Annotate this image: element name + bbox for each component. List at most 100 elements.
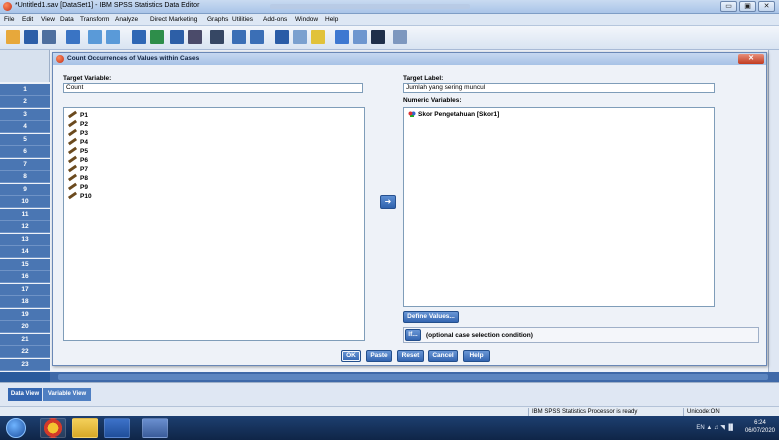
- open-icon[interactable]: [6, 30, 20, 44]
- tab-data-view[interactable]: Data View: [8, 388, 42, 401]
- minimize-button[interactable]: ▭: [720, 1, 737, 12]
- use-sets-icon[interactable]: [353, 30, 367, 44]
- menu-utilities[interactable]: Utilities: [232, 16, 253, 23]
- list-item[interactable]: P9: [67, 182, 88, 191]
- scrollbar-thumb[interactable]: [58, 374, 768, 380]
- row-header[interactable]: 3: [0, 109, 50, 121]
- scale-pencil-icon: [67, 110, 78, 119]
- menu-view[interactable]: View: [41, 16, 55, 23]
- row-header[interactable]: 9: [0, 184, 50, 196]
- dialog-close-button[interactable]: ✕: [738, 54, 764, 64]
- row-header[interactable]: 17: [0, 284, 50, 296]
- show-all-icon[interactable]: [371, 30, 385, 44]
- menu-transform[interactable]: Transform: [80, 16, 109, 23]
- move-right-button[interactable]: ➜: [380, 195, 396, 209]
- row-header[interactable]: 16: [0, 271, 50, 283]
- menu-add-ons[interactable]: Add-ons: [263, 16, 287, 23]
- row-header[interactable]: 5: [0, 134, 50, 146]
- list-item[interactable]: P3: [67, 128, 88, 137]
- list-item[interactable]: P5: [67, 146, 88, 155]
- insert-cases-icon[interactable]: [232, 30, 246, 44]
- tab-variable-view[interactable]: Variable View: [43, 388, 91, 401]
- menu-help[interactable]: Help: [325, 16, 338, 23]
- row-header[interactable]: 15: [0, 259, 50, 271]
- menu-graphs[interactable]: Graphs: [207, 16, 228, 23]
- language-indicator[interactable]: EN: [696, 425, 704, 431]
- find-icon[interactable]: [210, 30, 224, 44]
- scale-pencil-icon: [67, 146, 78, 155]
- menu-analyze[interactable]: Analyze: [115, 16, 138, 23]
- redo-icon[interactable]: [106, 30, 120, 44]
- ok-button[interactable]: OK: [341, 350, 361, 362]
- list-item[interactable]: P4: [67, 137, 88, 146]
- row-header[interactable]: 19: [0, 309, 50, 321]
- numeric-variables-list[interactable]: Skor Pengetahuan [Skor1]: [403, 107, 715, 307]
- list-item[interactable]: Skor Pengetahuan [Skor1]: [408, 111, 499, 118]
- source-variable-list[interactable]: P1 P2 P3 P4 P5 P6 P7 P8 P9 P10: [63, 107, 365, 341]
- file-explorer-taskbar-icon[interactable]: [72, 418, 98, 438]
- row-header[interactable]: 20: [0, 321, 50, 333]
- goto-case-icon[interactable]: [132, 30, 146, 44]
- taskbar-clock[interactable]: 6:24 06/07/2020: [745, 419, 775, 435]
- start-button-icon[interactable]: [6, 418, 26, 438]
- value-labels-icon[interactable]: [335, 30, 349, 44]
- list-item[interactable]: P1: [67, 110, 88, 119]
- if-button[interactable]: If...: [405, 329, 421, 341]
- word-taskbar-icon[interactable]: [104, 418, 130, 438]
- spelling-icon[interactable]: [393, 30, 407, 44]
- target-variable-field[interactable]: Count: [63, 83, 363, 93]
- dialog-recall-icon[interactable]: [66, 30, 80, 44]
- menu-direct-marketing[interactable]: Direct Marketing: [150, 16, 197, 23]
- dialog-title-bar: Count Occurrences of Values within Cases…: [53, 53, 766, 65]
- maximize-button[interactable]: ▣: [739, 1, 756, 12]
- list-item[interactable]: P8: [67, 173, 88, 182]
- menu-file[interactable]: File: [4, 16, 14, 23]
- list-item[interactable]: P7: [67, 164, 88, 173]
- spss-taskbar-icon[interactable]: [142, 418, 168, 438]
- row-header[interactable]: 13: [0, 234, 50, 246]
- menu-data[interactable]: Data: [60, 16, 74, 23]
- row-header[interactable]: 11: [0, 209, 50, 221]
- row-header[interactable]: 22: [0, 346, 50, 358]
- print-icon[interactable]: [42, 30, 56, 44]
- list-item[interactable]: P6: [67, 155, 88, 164]
- list-item[interactable]: P2: [67, 119, 88, 128]
- row-header[interactable]: 7: [0, 159, 50, 171]
- chrome-taskbar-icon[interactable]: [40, 418, 66, 438]
- paste-button[interactable]: Paste: [366, 350, 392, 362]
- row-header[interactable]: 2: [0, 96, 50, 108]
- vertical-scrollbar[interactable]: [768, 50, 779, 372]
- define-values-button[interactable]: Define Values...: [403, 311, 459, 323]
- insert-variable-icon[interactable]: [250, 30, 264, 44]
- run-icon[interactable]: [188, 30, 202, 44]
- row-header[interactable]: 6: [0, 146, 50, 158]
- system-tray[interactable]: EN ▲ ♫ ◥ ▐▌: [696, 424, 735, 431]
- target-label-field[interactable]: Jumlah yang sering muncul: [403, 83, 715, 93]
- row-header[interactable]: 12: [0, 221, 50, 233]
- select-cases-icon[interactable]: [311, 30, 325, 44]
- cancel-button[interactable]: Cancel: [428, 350, 458, 362]
- save-icon[interactable]: [24, 30, 38, 44]
- row-header[interactable]: 8: [0, 171, 50, 183]
- row-header[interactable]: 1: [0, 84, 50, 96]
- reset-button[interactable]: Reset: [397, 350, 424, 362]
- list-item[interactable]: P10: [67, 191, 92, 200]
- undo-icon[interactable]: [88, 30, 102, 44]
- row-header[interactable]: 23: [0, 359, 50, 371]
- help-button[interactable]: Help: [463, 350, 490, 362]
- variables-icon[interactable]: [170, 30, 184, 44]
- row-header[interactable]: 4: [0, 121, 50, 133]
- weight-cases-icon[interactable]: [293, 30, 307, 44]
- row-header[interactable]: 18: [0, 296, 50, 308]
- row-header[interactable]: 14: [0, 246, 50, 258]
- horizontal-scrollbar[interactable]: [50, 372, 779, 382]
- target-label-label: Target Label:: [403, 75, 444, 82]
- close-window-button[interactable]: ✕: [758, 1, 775, 12]
- row-header[interactable]: 10: [0, 196, 50, 208]
- split-file-icon[interactable]: [275, 30, 289, 44]
- scale-pencil-icon: [67, 137, 78, 146]
- goto-variable-icon[interactable]: [150, 30, 164, 44]
- row-header[interactable]: 21: [0, 334, 50, 346]
- menu-edit[interactable]: Edit: [22, 16, 33, 23]
- menu-window[interactable]: Window: [295, 16, 318, 23]
